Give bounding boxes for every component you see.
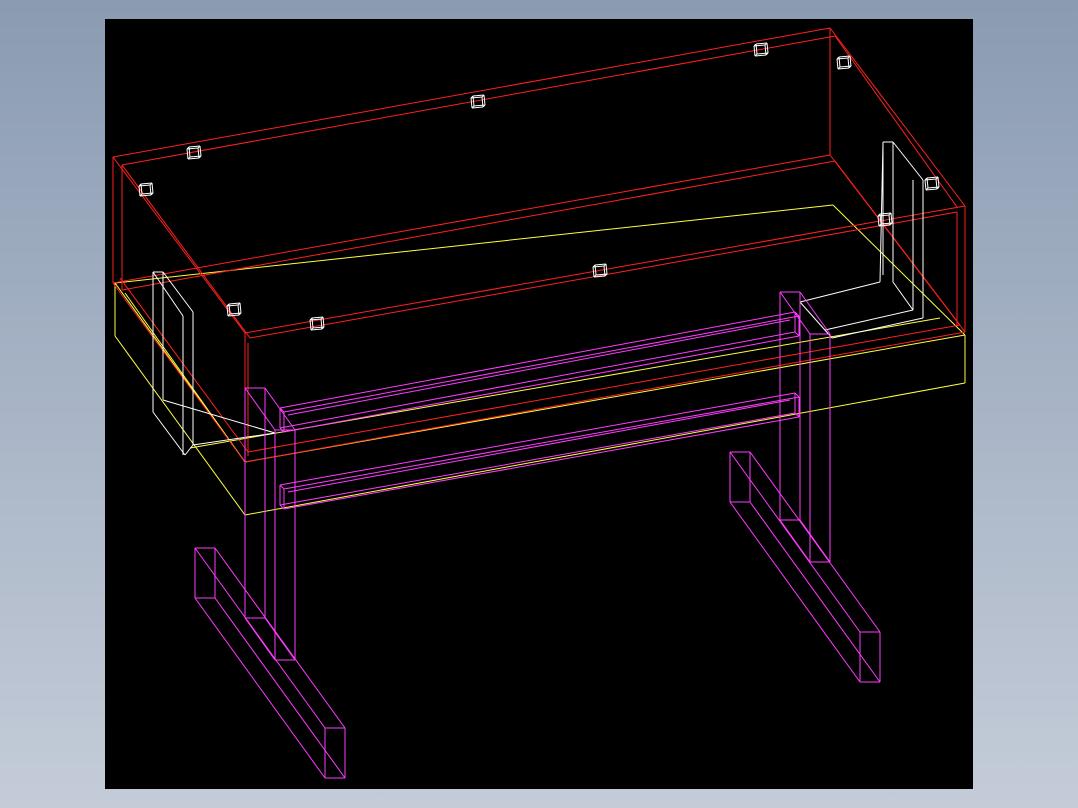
connector-block: [227, 314, 240, 317]
connector-block: [472, 94, 485, 97]
tabletop-edge: [829, 27, 966, 207]
connector-block: [838, 55, 851, 58]
apron-edge: [114, 335, 246, 516]
connector-block: [483, 94, 486, 106]
bracket-edge: [799, 281, 881, 303]
connector-block: [755, 42, 768, 45]
tabletop-edge: [121, 35, 836, 166]
stretcher: [283, 396, 800, 490]
stretcher: [279, 392, 796, 486]
connector-block: [605, 263, 608, 275]
bracket-edge: [184, 444, 194, 456]
connector-block: [228, 302, 241, 305]
bracket-edge: [831, 317, 924, 339]
apron-edge: [124, 292, 246, 463]
connector-block: [151, 182, 154, 194]
leg-foot: [749, 501, 881, 683]
table-wireframe-drawing: [112, 27, 966, 779]
tabletop-edge: [112, 154, 831, 284]
stretcher: [283, 315, 800, 413]
apron-edge: [832, 204, 966, 336]
tabletop-edge: [247, 324, 961, 453]
connector-block: [311, 316, 324, 319]
stretcher: [287, 399, 791, 493]
connector-block: [187, 157, 200, 160]
connector-block: [310, 328, 323, 331]
leg-frames: [194, 291, 881, 779]
connector-block: [199, 145, 202, 157]
tabletop-edge: [244, 331, 966, 463]
leg-foot: [214, 597, 346, 779]
connector-block: [766, 42, 769, 54]
connector-block: [836, 58, 839, 70]
stretcher: [279, 484, 285, 490]
connector-block: [925, 188, 938, 191]
connector-block: [924, 179, 927, 191]
tabletop-edge: [121, 160, 836, 291]
tabletop-edge: [112, 156, 246, 334]
connector-block: [754, 54, 767, 57]
tabletop-edge: [112, 27, 831, 158]
tabletop-edge: [249, 211, 958, 339]
stretcher: [283, 416, 800, 510]
leg-foot: [729, 451, 861, 633]
leg-foot: [729, 501, 861, 683]
leg-post: [244, 387, 276, 431]
connector-block: [937, 176, 940, 188]
connector-block: [186, 148, 189, 160]
connector-block: [471, 106, 484, 109]
leg-foot: [749, 451, 881, 633]
stretcher: [283, 335, 800, 433]
stretcher: [794, 331, 800, 337]
stretcher: [279, 412, 796, 506]
connector-block: [594, 263, 607, 266]
connector-block: [188, 145, 201, 148]
connector-block: [138, 185, 141, 197]
bracket-edge: [824, 309, 914, 331]
tabletop-edge: [244, 205, 966, 334]
connector-block: [753, 45, 756, 57]
leg-foot: [194, 547, 326, 729]
connector-block: [592, 266, 595, 278]
corner-brackets: [152, 141, 924, 456]
bracket-edge: [892, 281, 914, 311]
leg-foot: [214, 547, 346, 729]
bracket-edge: [192, 432, 276, 446]
bracket-edge: [152, 411, 186, 456]
connector-block: [877, 215, 880, 227]
bracket-edge: [799, 301, 833, 339]
connector-block: [239, 302, 242, 314]
bracket-edge: [892, 141, 924, 181]
bracket-edge: [162, 399, 276, 434]
connector-block: [837, 67, 850, 70]
leg-foot: [194, 597, 326, 779]
tabletop: [112, 27, 966, 463]
connector-block: [322, 316, 325, 328]
stretcher: [279, 311, 796, 409]
stretcher: [794, 392, 800, 398]
connector-block: [890, 212, 893, 224]
stretcher: [287, 319, 791, 416]
connector-block: [140, 182, 153, 185]
connector-block: [470, 97, 473, 109]
